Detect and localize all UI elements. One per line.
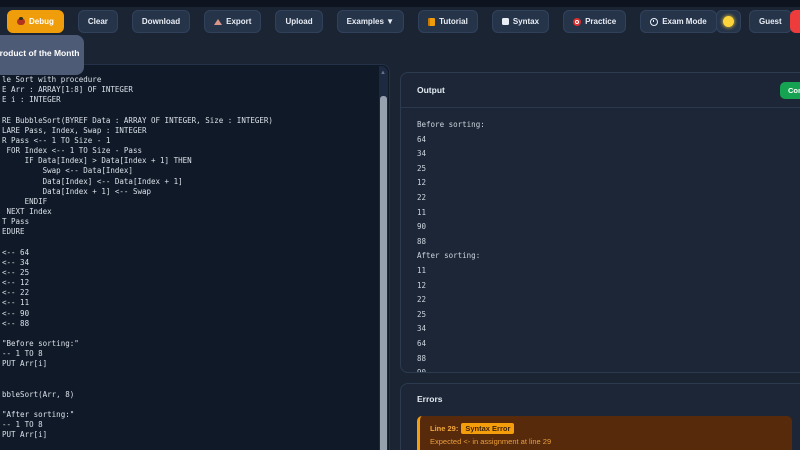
exam-mode-button-label: Exam Mode [662,17,707,26]
export-icon [214,18,223,25]
logout-button[interactable] [790,10,800,33]
syntax-error-box: Line 29: Syntax Error Expected <- in assi… [417,416,792,450]
errors-panel-header: Errors [401,384,800,414]
toolbar: Debug Clear Download Export Upload Examp… [7,10,717,33]
error-line-ref: Line 29: Syntax Error [430,423,782,434]
output-line: 64 [417,338,427,348]
badge-label: Product of the Month [0,48,80,58]
output-line: 12 [417,280,427,290]
output-line: 88 [417,353,427,363]
scrollbar-thumb[interactable] [380,96,387,450]
output-text: Before sorting: 64 34 25 12 22 11 90 88 After sor… [401,108,800,373]
output-line: 64 [417,134,427,144]
output-line: Before sorting: [417,120,485,129]
scrollbar-up-arrow-icon[interactable]: ▲ [380,70,386,76]
completed-status-button[interactable]: Completed [780,82,800,99]
exam-mode-button[interactable]: Exam Mode [640,10,717,33]
target-icon [573,17,582,26]
syntax-button-label: Syntax [512,17,540,26]
product-of-the-month-badge[interactable]: n Product of the Month [0,35,84,75]
download-button-label: Download [141,17,181,26]
timer-icon [650,17,659,26]
bug-icon [17,17,25,25]
export-button[interactable]: Export [204,10,262,33]
top-strip [0,0,800,7]
export-button-label: Export [226,17,252,26]
errors-panel-title: Errors [417,394,443,404]
output-line: 22 [417,192,427,202]
code-editor-panel: le Sort with procedure E Arr : ARRAY[1:8… [0,64,390,450]
upload-button-label: Upload [285,17,313,26]
guest-button-label: Guest [759,17,782,26]
output-panel: Output Completed Before sorting: 64 34 25 12… [400,72,800,373]
examples-dropdown-label: Examples ▼ [346,17,395,26]
output-line: 34 [417,324,427,334]
debug-button[interactable]: Debug [7,10,64,33]
book-icon [428,17,436,26]
practice-button[interactable]: Practice [563,10,627,33]
guest-button[interactable]: Guest [749,10,792,33]
output-line: 22 [417,295,427,305]
sun-icon [723,16,734,27]
output-line: 34 [417,149,427,159]
document-icon [501,18,509,25]
tutorial-button-label: Tutorial [439,17,468,26]
clear-button[interactable]: Clear [77,10,118,33]
tutorial-button[interactable]: Tutorial [418,10,478,33]
editor-scrollbar[interactable]: ▲ [379,66,388,450]
output-line: 11 [417,265,427,275]
output-line: 25 [417,163,427,173]
theme-toggle-button[interactable] [716,10,741,33]
upload-button[interactable]: Upload [275,10,323,33]
error-type-chip: Syntax Error [461,423,515,434]
clear-button-label: Clear [87,17,108,26]
output-line: 12 [417,178,427,188]
output-panel-header: Output Completed [401,73,800,108]
errors-panel: Errors Line 29: Syntax Error Expected <- … [400,383,800,450]
badge-small-text: n [0,40,76,46]
output-line: After sorting: [417,251,481,261]
debug-button-label: Debug [29,17,54,26]
output-panel-title: Output [417,85,445,95]
syntax-button[interactable]: Syntax [491,10,550,33]
output-line: 90 [417,368,427,373]
error-line-label: Line 29: [430,424,459,433]
output-line: 11 [417,207,427,217]
output-line: 88 [417,236,427,246]
download-button[interactable]: Download [131,10,191,33]
output-line: 90 [417,222,427,232]
examples-dropdown[interactable]: Examples ▼ [336,10,405,33]
practice-button-label: Practice [585,17,617,26]
code-editor[interactable]: le Sort with procedure E Arr : ARRAY[1:8… [2,75,377,450]
error-message: Expected <- in assignment at line 29 [430,437,552,446]
output-line: 25 [417,309,427,319]
